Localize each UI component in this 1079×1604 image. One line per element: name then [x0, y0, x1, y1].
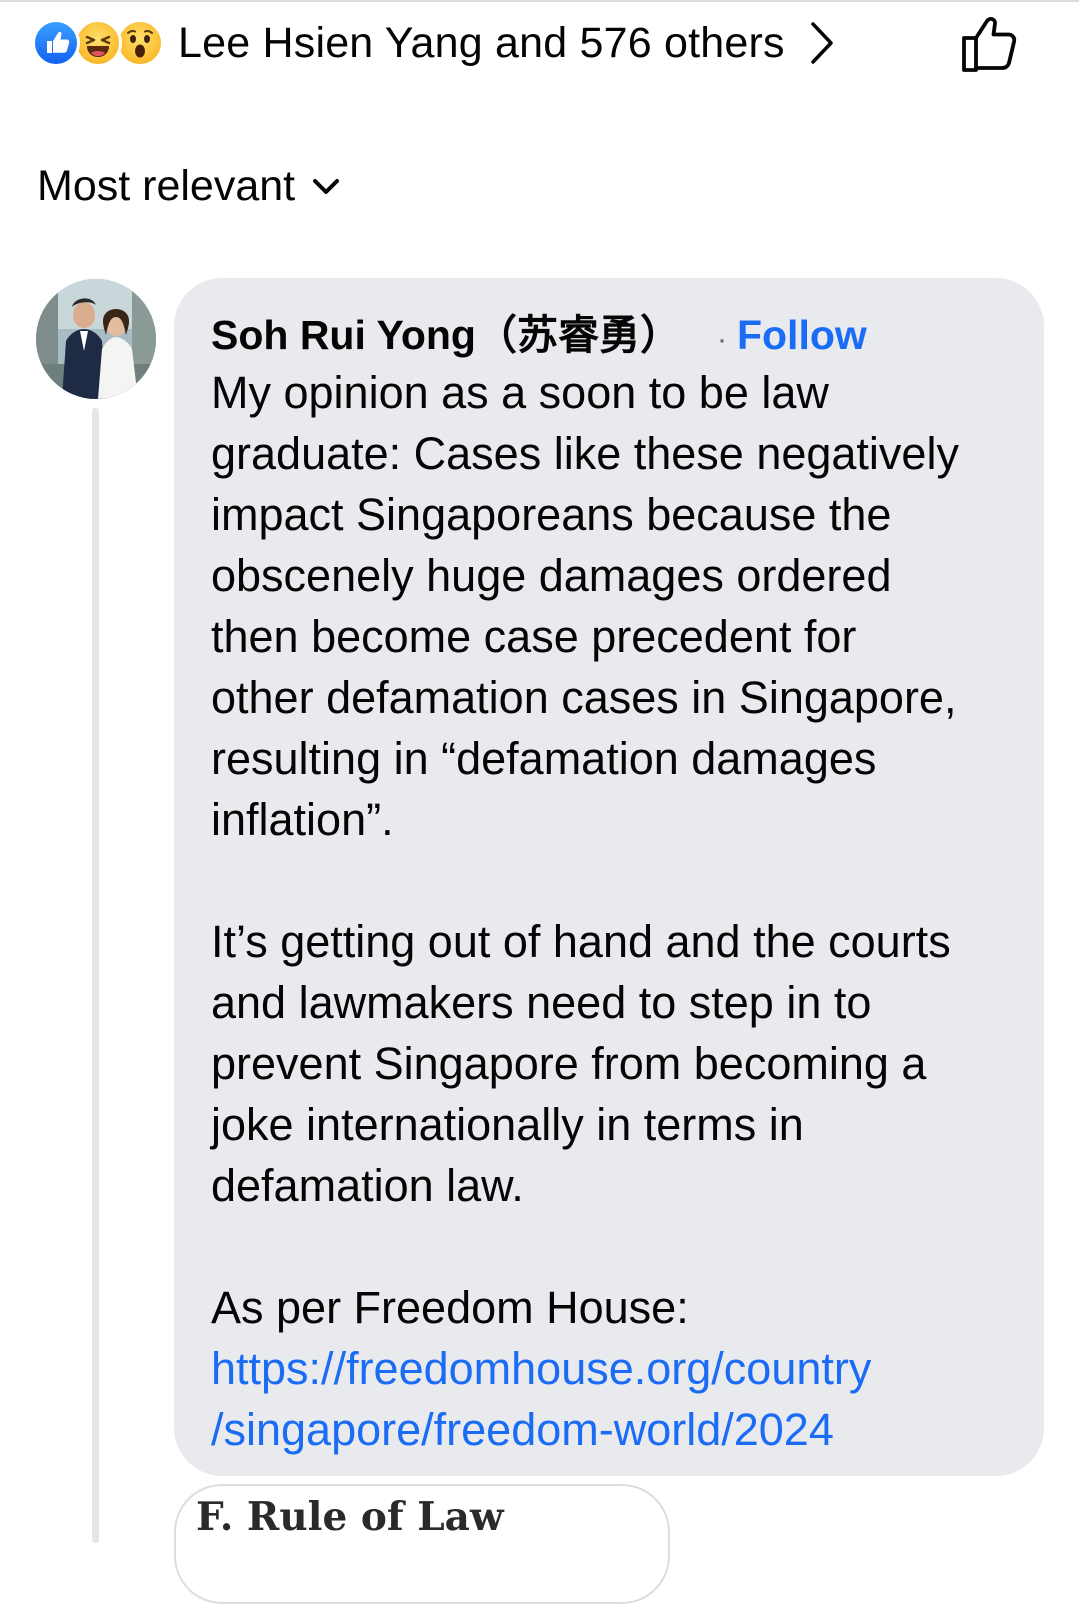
comment-text: My opinion as a soon to be law graduate:…	[211, 362, 1031, 1460]
comment-line: resulting in “defamation damages	[211, 733, 877, 784]
freedom-house-link[interactable]: https://freedomhouse.org/country /singap…	[211, 1338, 1031, 1460]
avatar-photo	[36, 279, 156, 399]
comment-paragraph-1: My opinion as a soon to be law graduate:…	[211, 362, 1031, 850]
comment-line: graduate: Cases like these negatively	[211, 428, 959, 479]
thread-line	[92, 408, 99, 1543]
comment-line: defamation law.	[211, 1160, 524, 1211]
comment-line: impact Singaporeans because the	[211, 489, 892, 540]
sort-label: Most relevant	[37, 162, 296, 210]
reaction-icons	[32, 19, 164, 67]
wow-icon	[116, 19, 164, 67]
haha-icon	[74, 19, 122, 67]
comment-line: As per Freedom House:	[211, 1282, 689, 1333]
like-button-icon[interactable]	[956, 12, 1022, 76]
like-icon	[32, 19, 80, 67]
link-line: https://freedomhouse.org/country	[211, 1343, 872, 1394]
comment-author-name[interactable]: Soh Rui Yong（苏睿勇）	[211, 301, 681, 361]
comment-line: then become case precedent for	[211, 611, 857, 662]
comment-line: My opinion as a soon to be law	[211, 367, 829, 418]
avatar[interactable]	[36, 279, 156, 399]
comment-line: prevent Singapore from becoming a	[211, 1038, 927, 1089]
link-line: /singapore/freedom-world/2024	[211, 1404, 834, 1455]
comment-line: other defamation cases in Singapore,	[211, 672, 957, 723]
comment-line: It’s getting out of hand and the courts	[211, 916, 951, 967]
comment-paragraph-3: As per Freedom House: https://freedomhou…	[211, 1277, 1031, 1460]
chevron-right-icon	[810, 22, 833, 64]
comment-line: inflation”.	[211, 794, 394, 845]
top-divider	[0, 0, 1079, 2]
link-preview-card[interactable]: F. Rule of Law	[174, 1484, 670, 1604]
comment-line: joke internationally in terms in	[211, 1099, 804, 1150]
comment-paragraph-2: It’s getting out of hand and the courts …	[211, 911, 1031, 1216]
reactions-summary-text: Lee Hsien Yang and 576 others	[178, 18, 785, 67]
link-preview-title: F. Rule of Law	[196, 1494, 504, 1540]
separator-dot: ·	[716, 323, 727, 356]
comment-line: obscenely huge damages ordered	[211, 550, 892, 601]
sort-dropdown[interactable]: Most relevant	[37, 162, 341, 211]
comment-line: and lawmakers need to step in to	[211, 977, 872, 1028]
follow-button[interactable]: Follow	[737, 312, 867, 359]
chevron-down-icon	[313, 178, 340, 194]
reactions-summary[interactable]: Lee Hsien Yang and 576 others	[32, 14, 837, 72]
comment-header: Soh Rui Yong（苏睿勇） · Follow	[211, 301, 867, 361]
